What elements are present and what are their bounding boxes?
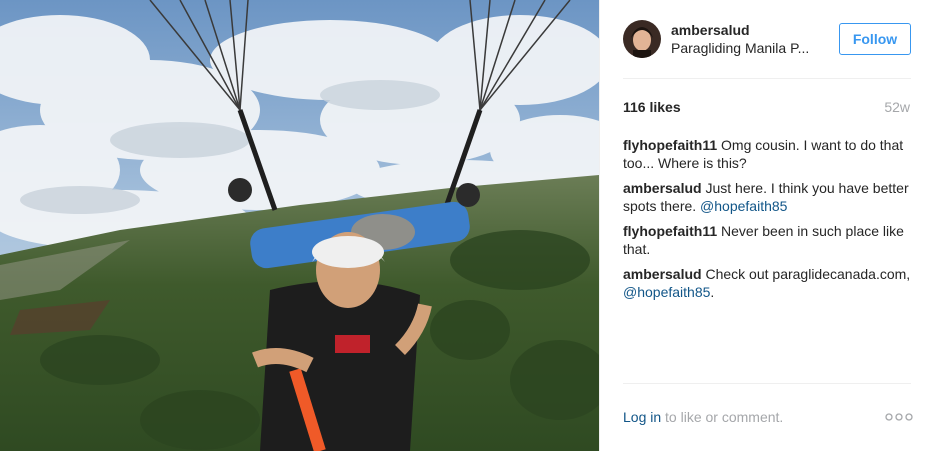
comment-username[interactable]: ambersalud bbox=[623, 180, 702, 196]
comment: ambersalud Just here. I think you have b… bbox=[623, 179, 913, 215]
comment-mention[interactable]: @hopefaith85 bbox=[623, 284, 710, 300]
post-sidebar: ambersalud Paragliding Manila P... Follo… bbox=[599, 0, 933, 451]
comment-username[interactable]: flyhopefaith11 bbox=[623, 137, 717, 153]
likes-count[interactable]: 116 likes bbox=[623, 99, 681, 115]
comment-list: flyhopefaith11 Omg cousin. I want to do … bbox=[623, 136, 913, 308]
post-photo[interactable] bbox=[0, 0, 599, 451]
post-age[interactable]: 52w bbox=[884, 99, 910, 115]
avatar[interactable] bbox=[623, 20, 661, 58]
comment-username[interactable]: flyhopefaith11 bbox=[623, 223, 717, 239]
login-prompt: Log in to like or comment. bbox=[623, 409, 783, 425]
comment: flyhopefaith11 Omg cousin. I want to do … bbox=[623, 136, 913, 172]
instagram-post: ambersalud Paragliding Manila P... Follo… bbox=[0, 0, 933, 451]
comment: ambersalud Check out paraglidecanada.com… bbox=[623, 265, 913, 301]
comment-username[interactable]: ambersalud bbox=[623, 266, 702, 282]
follow-button[interactable]: Follow bbox=[839, 23, 911, 55]
comment-suffix: . bbox=[710, 284, 715, 300]
comment-mention[interactable]: @hopefaith85 bbox=[700, 198, 787, 214]
header-divider bbox=[623, 78, 911, 79]
post-header: ambersalud Paragliding Manila P... Follo… bbox=[600, 0, 933, 78]
comment-text: Check out paraglidecanada.com, bbox=[705, 266, 911, 282]
avatar-image bbox=[623, 20, 661, 58]
footer-divider bbox=[623, 383, 911, 384]
more-options-icon[interactable] bbox=[885, 412, 913, 422]
login-link[interactable]: Log in bbox=[623, 409, 661, 425]
author-username[interactable]: ambersalud bbox=[671, 22, 750, 38]
login-prompt-text: to like or comment. bbox=[665, 409, 784, 425]
post-location[interactable]: Paragliding Manila P... bbox=[671, 40, 809, 56]
paragliding-photo bbox=[0, 0, 599, 451]
comment: flyhopefaith11 Never been in such place … bbox=[623, 222, 913, 258]
